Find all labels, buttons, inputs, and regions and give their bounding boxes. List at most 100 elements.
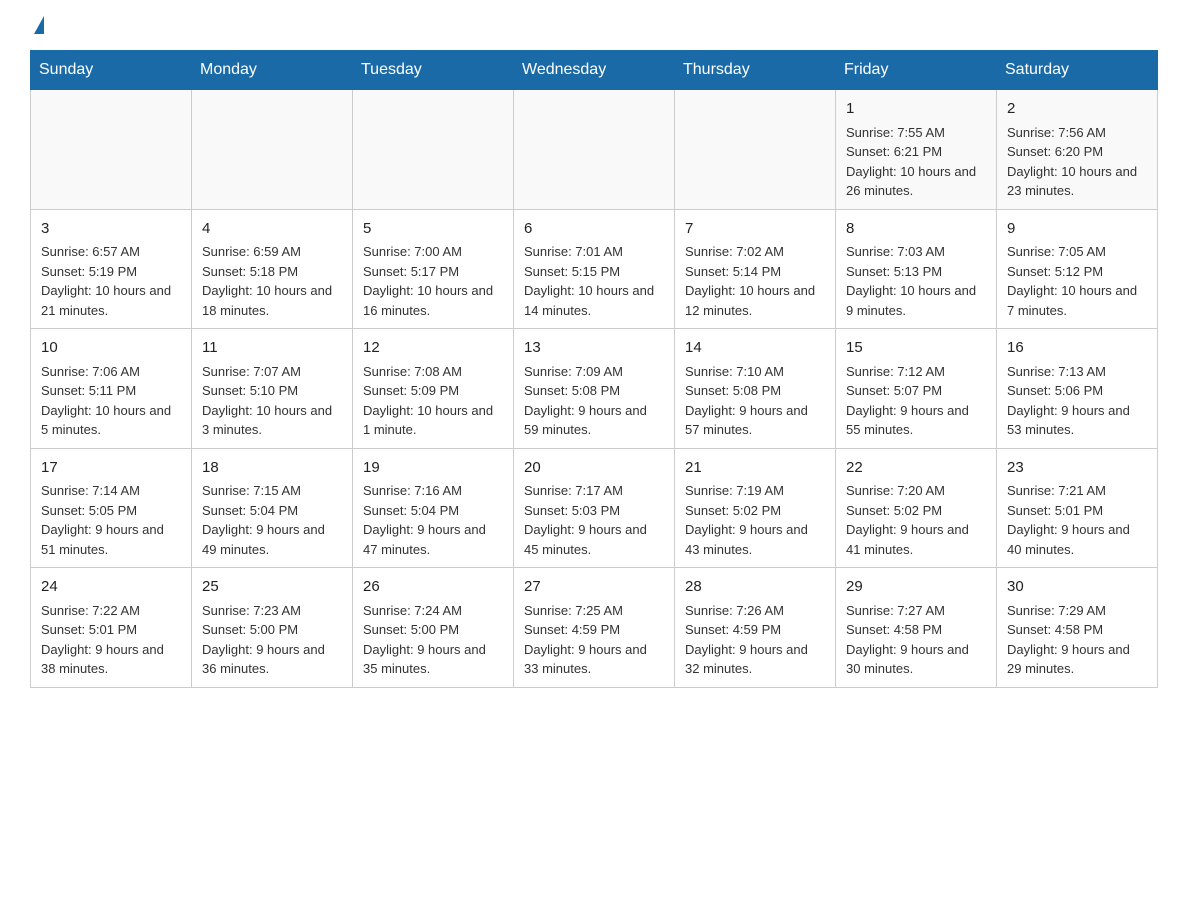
sun-info: Sunrise: 7:12 AMSunset: 5:07 PMDaylight:…	[846, 362, 986, 440]
day-of-week-header: Saturday	[997, 51, 1158, 90]
day-number: 10	[41, 337, 181, 360]
calendar-cell: 16Sunrise: 7:13 AMSunset: 5:06 PMDayligh…	[997, 329, 1158, 449]
sun-info: Sunrise: 7:01 AMSunset: 5:15 PMDaylight:…	[524, 242, 664, 320]
day-number: 15	[846, 337, 986, 360]
calendar-cell: 24Sunrise: 7:22 AMSunset: 5:01 PMDayligh…	[31, 568, 192, 688]
sun-info: Sunrise: 7:08 AMSunset: 5:09 PMDaylight:…	[363, 362, 503, 440]
calendar-cell	[192, 90, 353, 210]
page-header	[30, 20, 1158, 30]
calendar-cell: 17Sunrise: 7:14 AMSunset: 5:05 PMDayligh…	[31, 448, 192, 568]
calendar-cell	[675, 90, 836, 210]
sun-info: Sunrise: 7:27 AMSunset: 4:58 PMDaylight:…	[846, 601, 986, 679]
day-number: 6	[524, 218, 664, 241]
day-number: 24	[41, 576, 181, 599]
day-number: 27	[524, 576, 664, 599]
calendar-cell: 3Sunrise: 6:57 AMSunset: 5:19 PMDaylight…	[31, 209, 192, 329]
calendar-cell: 15Sunrise: 7:12 AMSunset: 5:07 PMDayligh…	[836, 329, 997, 449]
day-number: 7	[685, 218, 825, 241]
day-number: 25	[202, 576, 342, 599]
sun-info: Sunrise: 7:06 AMSunset: 5:11 PMDaylight:…	[41, 362, 181, 440]
sun-info: Sunrise: 7:22 AMSunset: 5:01 PMDaylight:…	[41, 601, 181, 679]
calendar-week-row: 24Sunrise: 7:22 AMSunset: 5:01 PMDayligh…	[31, 568, 1158, 688]
calendar-cell	[31, 90, 192, 210]
sun-info: Sunrise: 7:17 AMSunset: 5:03 PMDaylight:…	[524, 481, 664, 559]
calendar-cell: 4Sunrise: 6:59 AMSunset: 5:18 PMDaylight…	[192, 209, 353, 329]
sun-info: Sunrise: 6:57 AMSunset: 5:19 PMDaylight:…	[41, 242, 181, 320]
sun-info: Sunrise: 7:25 AMSunset: 4:59 PMDaylight:…	[524, 601, 664, 679]
day-number: 2	[1007, 98, 1147, 121]
day-of-week-header: Monday	[192, 51, 353, 90]
day-number: 12	[363, 337, 503, 360]
calendar-cell: 13Sunrise: 7:09 AMSunset: 5:08 PMDayligh…	[514, 329, 675, 449]
day-number: 22	[846, 457, 986, 480]
calendar-week-row: 3Sunrise: 6:57 AMSunset: 5:19 PMDaylight…	[31, 209, 1158, 329]
day-number: 29	[846, 576, 986, 599]
sun-info: Sunrise: 7:56 AMSunset: 6:20 PMDaylight:…	[1007, 123, 1147, 201]
sun-info: Sunrise: 7:14 AMSunset: 5:05 PMDaylight:…	[41, 481, 181, 559]
sun-info: Sunrise: 7:26 AMSunset: 4:59 PMDaylight:…	[685, 601, 825, 679]
sun-info: Sunrise: 7:00 AMSunset: 5:17 PMDaylight:…	[363, 242, 503, 320]
calendar-cell: 5Sunrise: 7:00 AMSunset: 5:17 PMDaylight…	[353, 209, 514, 329]
sun-info: Sunrise: 6:59 AMSunset: 5:18 PMDaylight:…	[202, 242, 342, 320]
day-of-week-header: Thursday	[675, 51, 836, 90]
calendar-cell: 27Sunrise: 7:25 AMSunset: 4:59 PMDayligh…	[514, 568, 675, 688]
day-number: 17	[41, 457, 181, 480]
calendar-cell: 25Sunrise: 7:23 AMSunset: 5:00 PMDayligh…	[192, 568, 353, 688]
sun-info: Sunrise: 7:13 AMSunset: 5:06 PMDaylight:…	[1007, 362, 1147, 440]
day-of-week-header: Sunday	[31, 51, 192, 90]
calendar-week-row: 1Sunrise: 7:55 AMSunset: 6:21 PMDaylight…	[31, 90, 1158, 210]
sun-info: Sunrise: 7:16 AMSunset: 5:04 PMDaylight:…	[363, 481, 503, 559]
day-number: 13	[524, 337, 664, 360]
day-number: 26	[363, 576, 503, 599]
day-number: 1	[846, 98, 986, 121]
day-number: 11	[202, 337, 342, 360]
day-number: 30	[1007, 576, 1147, 599]
calendar-week-row: 17Sunrise: 7:14 AMSunset: 5:05 PMDayligh…	[31, 448, 1158, 568]
calendar-cell: 8Sunrise: 7:03 AMSunset: 5:13 PMDaylight…	[836, 209, 997, 329]
sun-info: Sunrise: 7:55 AMSunset: 6:21 PMDaylight:…	[846, 123, 986, 201]
sun-info: Sunrise: 7:09 AMSunset: 5:08 PMDaylight:…	[524, 362, 664, 440]
day-number: 14	[685, 337, 825, 360]
calendar-cell: 6Sunrise: 7:01 AMSunset: 5:15 PMDaylight…	[514, 209, 675, 329]
sun-info: Sunrise: 7:03 AMSunset: 5:13 PMDaylight:…	[846, 242, 986, 320]
calendar-cell: 30Sunrise: 7:29 AMSunset: 4:58 PMDayligh…	[997, 568, 1158, 688]
day-number: 3	[41, 218, 181, 241]
day-of-week-header: Tuesday	[353, 51, 514, 90]
calendar-cell: 20Sunrise: 7:17 AMSunset: 5:03 PMDayligh…	[514, 448, 675, 568]
calendar-cell: 10Sunrise: 7:06 AMSunset: 5:11 PMDayligh…	[31, 329, 192, 449]
day-number: 16	[1007, 337, 1147, 360]
day-number: 4	[202, 218, 342, 241]
logo	[30, 20, 44, 30]
sun-info: Sunrise: 7:07 AMSunset: 5:10 PMDaylight:…	[202, 362, 342, 440]
sun-info: Sunrise: 7:05 AMSunset: 5:12 PMDaylight:…	[1007, 242, 1147, 320]
calendar-cell: 1Sunrise: 7:55 AMSunset: 6:21 PMDaylight…	[836, 90, 997, 210]
day-number: 9	[1007, 218, 1147, 241]
logo-triangle-icon	[34, 16, 44, 34]
calendar-week-row: 10Sunrise: 7:06 AMSunset: 5:11 PMDayligh…	[31, 329, 1158, 449]
calendar-cell: 21Sunrise: 7:19 AMSunset: 5:02 PMDayligh…	[675, 448, 836, 568]
day-of-week-header: Friday	[836, 51, 997, 90]
day-number: 8	[846, 218, 986, 241]
calendar-header-row: SundayMondayTuesdayWednesdayThursdayFrid…	[31, 51, 1158, 90]
day-number: 21	[685, 457, 825, 480]
calendar-cell	[514, 90, 675, 210]
sun-info: Sunrise: 7:10 AMSunset: 5:08 PMDaylight:…	[685, 362, 825, 440]
sun-info: Sunrise: 7:29 AMSunset: 4:58 PMDaylight:…	[1007, 601, 1147, 679]
day-number: 28	[685, 576, 825, 599]
sun-info: Sunrise: 7:02 AMSunset: 5:14 PMDaylight:…	[685, 242, 825, 320]
calendar-table: SundayMondayTuesdayWednesdayThursdayFrid…	[30, 50, 1158, 688]
calendar-cell	[353, 90, 514, 210]
calendar-cell: 11Sunrise: 7:07 AMSunset: 5:10 PMDayligh…	[192, 329, 353, 449]
calendar-cell: 23Sunrise: 7:21 AMSunset: 5:01 PMDayligh…	[997, 448, 1158, 568]
calendar-cell: 12Sunrise: 7:08 AMSunset: 5:09 PMDayligh…	[353, 329, 514, 449]
day-number: 5	[363, 218, 503, 241]
day-number: 19	[363, 457, 503, 480]
calendar-cell: 9Sunrise: 7:05 AMSunset: 5:12 PMDaylight…	[997, 209, 1158, 329]
calendar-cell: 26Sunrise: 7:24 AMSunset: 5:00 PMDayligh…	[353, 568, 514, 688]
calendar-cell: 28Sunrise: 7:26 AMSunset: 4:59 PMDayligh…	[675, 568, 836, 688]
day-of-week-header: Wednesday	[514, 51, 675, 90]
sun-info: Sunrise: 7:23 AMSunset: 5:00 PMDaylight:…	[202, 601, 342, 679]
calendar-cell: 29Sunrise: 7:27 AMSunset: 4:58 PMDayligh…	[836, 568, 997, 688]
calendar-cell: 22Sunrise: 7:20 AMSunset: 5:02 PMDayligh…	[836, 448, 997, 568]
calendar-cell: 7Sunrise: 7:02 AMSunset: 5:14 PMDaylight…	[675, 209, 836, 329]
